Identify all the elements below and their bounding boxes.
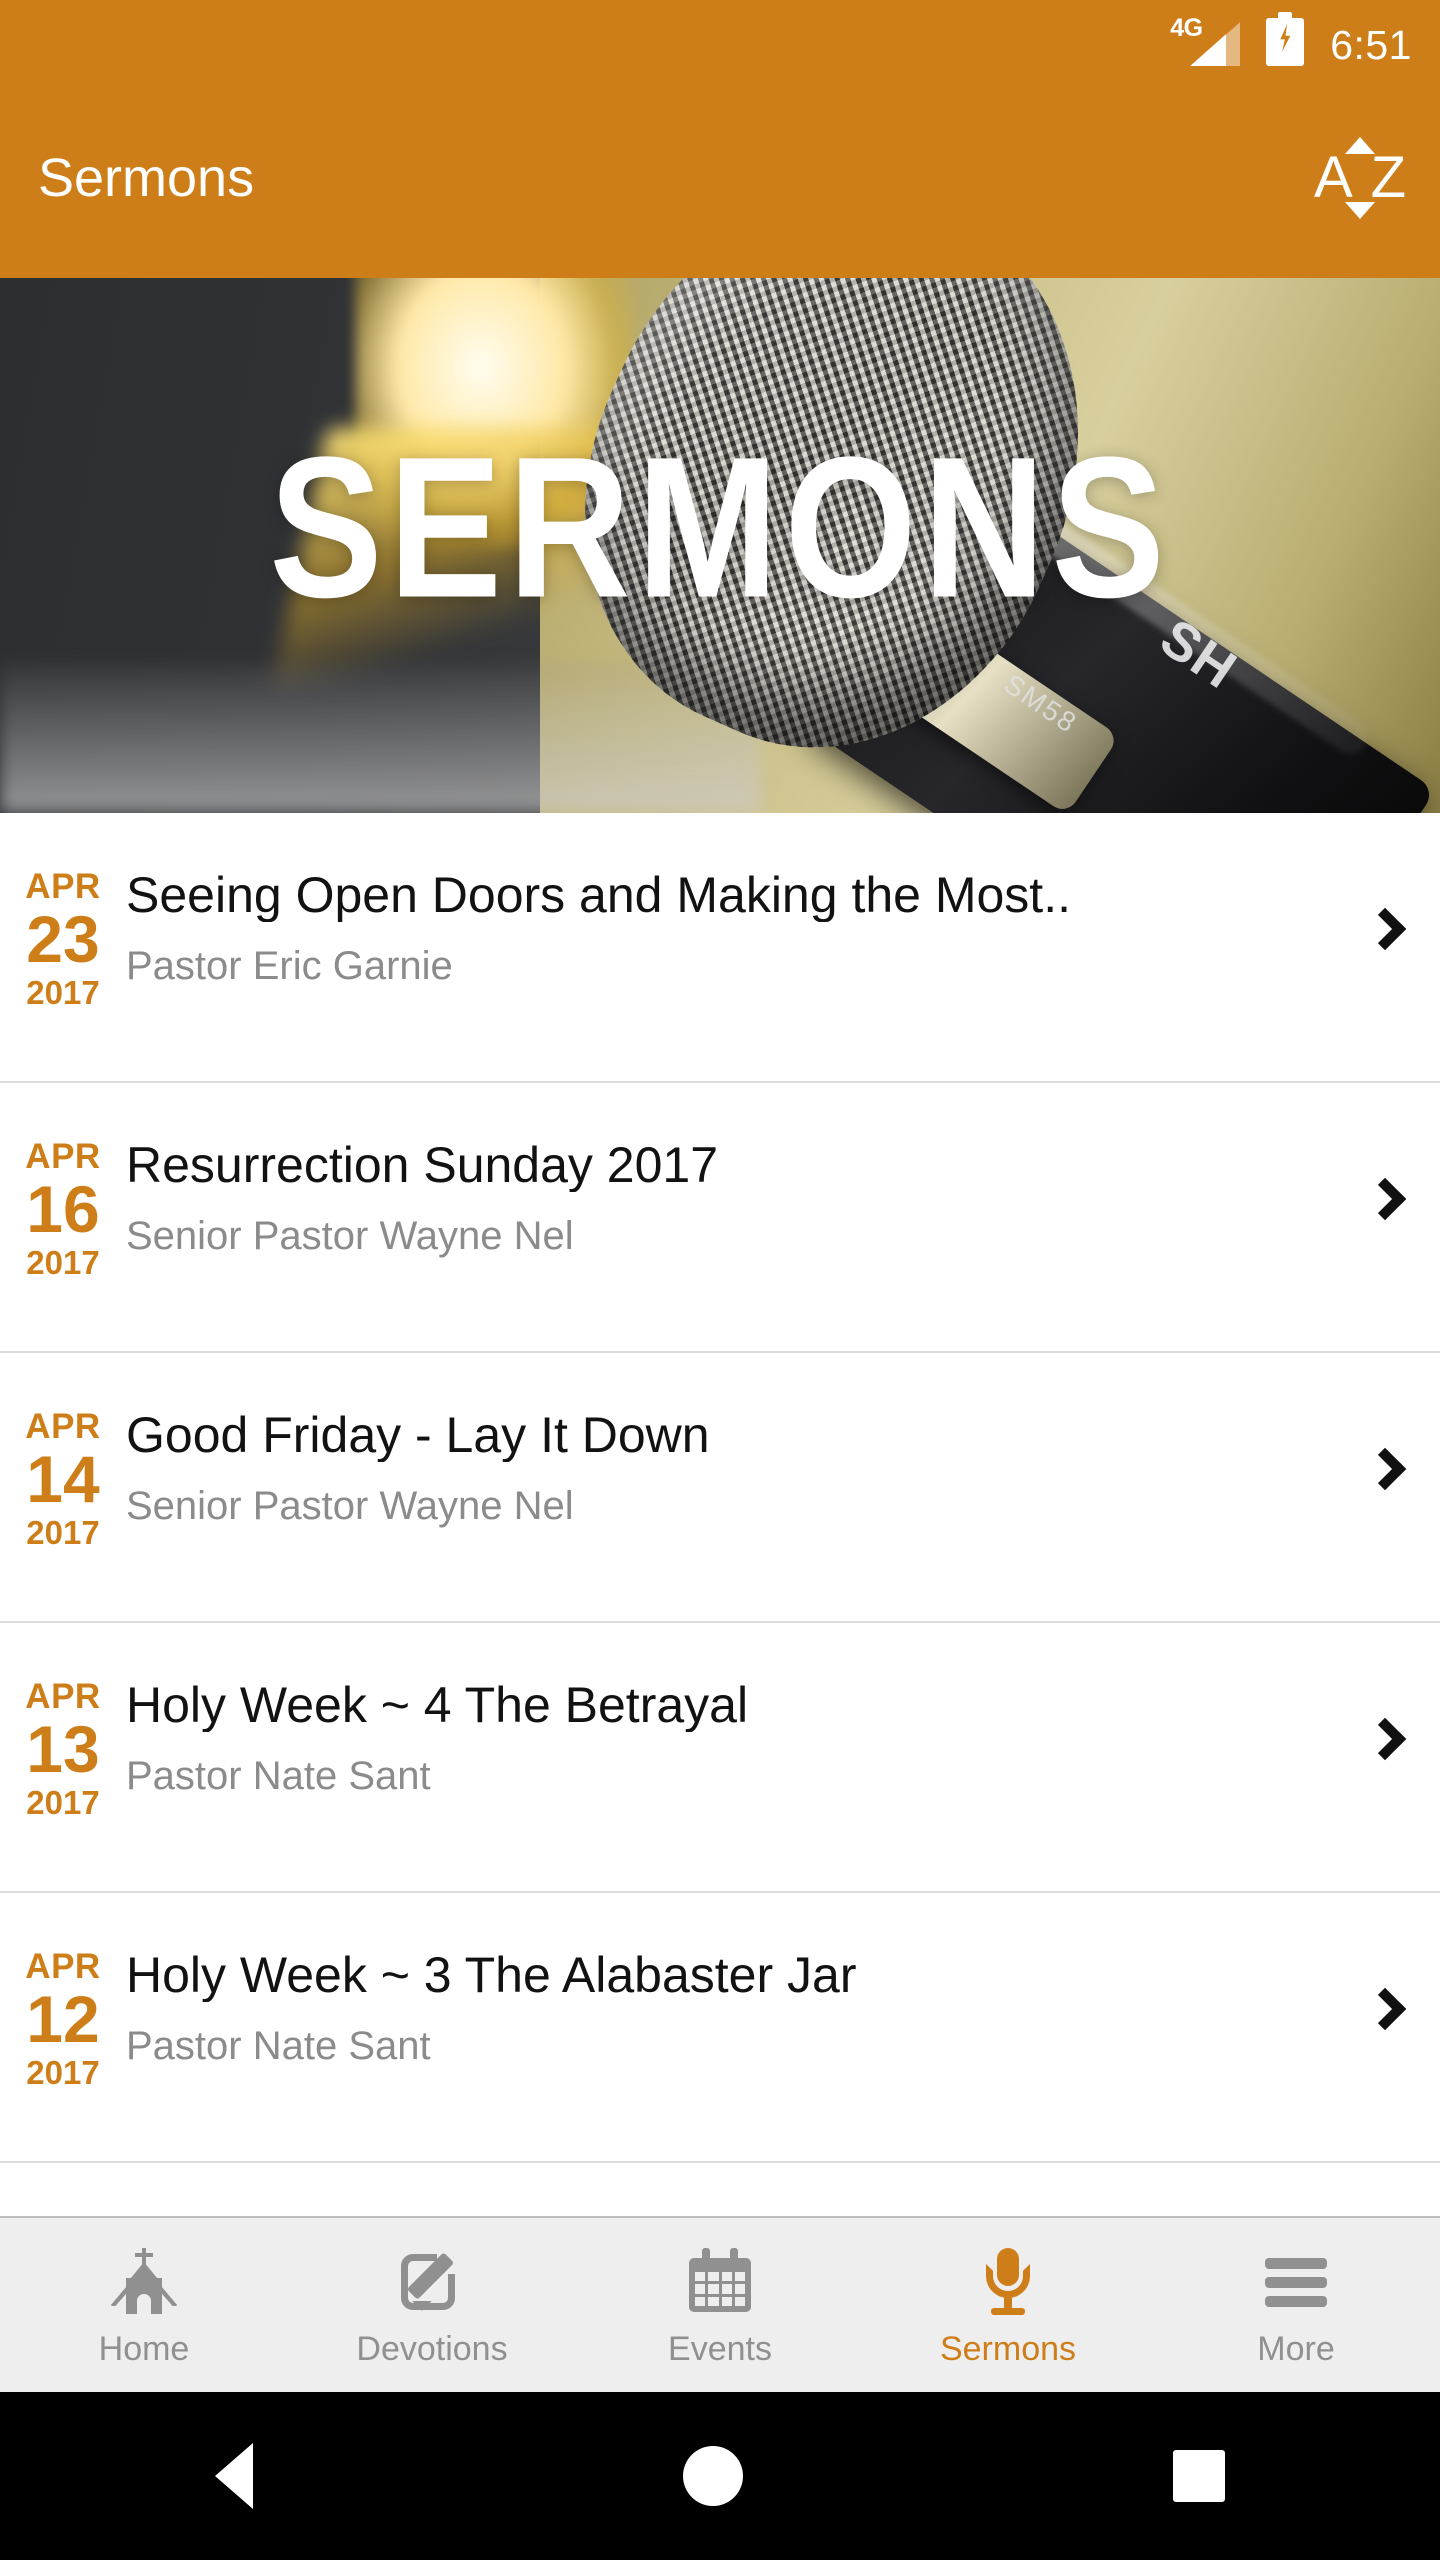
tab-label: More bbox=[1257, 2330, 1335, 2368]
tab-label: Events bbox=[668, 2330, 772, 2368]
tab-label: Devotions bbox=[356, 2330, 508, 2368]
sermon-title: Good Friday - Lay It Down bbox=[126, 1409, 710, 1462]
sermon-speaker: Pastor Nate Sant bbox=[126, 1754, 431, 1798]
sermon-date: APR 16 2017 bbox=[0, 1139, 126, 1279]
network-type-label: 4G bbox=[1170, 14, 1203, 42]
church-icon bbox=[107, 2244, 181, 2318]
table-row[interactable]: APR 23 2017 Seeing Open Doors and Making… bbox=[0, 813, 1440, 1083]
bottom-tab-bar: Home Devotions Events Sermons More bbox=[0, 2216, 1440, 2392]
sermon-date: APR 13 2017 bbox=[0, 1679, 126, 1819]
date-month: APR bbox=[25, 1407, 101, 1446]
table-row-partial[interactable] bbox=[0, 2163, 1440, 2217]
sermon-speaker: Pastor Eric Garnie bbox=[126, 944, 453, 988]
table-row[interactable]: APR 16 2017 Resurrection Sunday 2017 Sen… bbox=[0, 1083, 1440, 1353]
date-day: 12 bbox=[26, 1982, 100, 2056]
sermon-date: APR 23 2017 bbox=[0, 869, 126, 1009]
app-bar: Sermons A Z bbox=[0, 78, 1440, 278]
sermon-list: APR 23 2017 Seeing Open Doors and Making… bbox=[0, 813, 1440, 2217]
sermon-speaker: Senior Pastor Wayne Nel bbox=[126, 1484, 574, 1528]
church-door bbox=[137, 2294, 151, 2314]
date-year: 2017 bbox=[26, 974, 100, 1011]
sermon-text-block: Seeing Open Doors and Making the Most.. … bbox=[126, 869, 1330, 988]
hero-floor-blur bbox=[0, 663, 760, 813]
date-day: 23 bbox=[26, 902, 100, 976]
chevron-right-icon[interactable] bbox=[1330, 1149, 1440, 1249]
sermon-speaker: Pastor Nate Sant bbox=[126, 2024, 431, 2068]
status-clock: 6:51 bbox=[1330, 22, 1412, 68]
table-row[interactable]: APR 13 2017 Holy Week ~ 4 The Betrayal P… bbox=[0, 1623, 1440, 1893]
sermon-speaker: Senior Pastor Wayne Nel bbox=[126, 1214, 574, 1258]
status-bar: 4G 6:51 bbox=[0, 0, 1440, 78]
date-day: 13 bbox=[26, 1712, 100, 1786]
recents-square-icon[interactable] bbox=[1173, 2450, 1225, 2502]
chevron-right-icon[interactable] bbox=[1330, 1959, 1440, 2059]
sermon-text-block: Good Friday - Lay It Down Senior Pastor … bbox=[126, 1409, 1330, 1528]
tab-more[interactable]: More bbox=[1152, 2244, 1440, 2366]
hero-banner: SM58 SH SERMONS bbox=[0, 278, 1440, 813]
sermon-text-block: Resurrection Sunday 2017 Senior Pastor W… bbox=[126, 1139, 1330, 1258]
tab-label: Sermons bbox=[939, 2330, 1077, 2368]
tab-events[interactable]: Events bbox=[576, 2244, 864, 2366]
sermon-date: APR 14 2017 bbox=[0, 1409, 126, 1549]
date-month: APR bbox=[25, 1677, 101, 1716]
date-month: APR bbox=[25, 1947, 101, 1986]
chevron-right-icon[interactable] bbox=[1330, 1689, 1440, 1789]
date-day: 16 bbox=[26, 1172, 100, 1246]
back-triangle-icon[interactable] bbox=[215, 2443, 253, 2509]
sermon-title: Seeing Open Doors and Making the Most.. bbox=[126, 869, 1071, 922]
signal-bars-icon: 4G bbox=[1170, 14, 1241, 66]
sort-letter-a: A bbox=[1314, 145, 1353, 210]
chevron-glyph bbox=[1363, 1447, 1407, 1491]
sort-letter-z: Z bbox=[1370, 145, 1406, 210]
calendar-icon bbox=[683, 2244, 757, 2318]
home-circle-icon[interactable] bbox=[683, 2446, 743, 2506]
date-year: 2017 bbox=[26, 1244, 100, 1281]
tab-label: Home bbox=[98, 2330, 190, 2368]
date-year: 2017 bbox=[26, 1514, 100, 1551]
tab-home[interactable]: Home bbox=[0, 2244, 288, 2366]
sermon-date: APR 12 2017 bbox=[0, 1949, 126, 2089]
sermon-title: Holy Week ~ 3 The Alabaster Jar bbox=[126, 1949, 857, 2002]
app-root: 4G 6:51 Sermons A Z SM58 SH SERMONS APR … bbox=[0, 0, 1440, 2560]
hero-title: SERMONS bbox=[269, 415, 1171, 641]
sermon-text-block: Holy Week ~ 3 The Alabaster Jar Pastor N… bbox=[126, 1949, 1330, 2068]
sermon-title: Holy Week ~ 4 The Betrayal bbox=[126, 1679, 749, 1732]
calendar-grid bbox=[695, 2272, 745, 2306]
sermon-title: Resurrection Sunday 2017 bbox=[126, 1139, 719, 1192]
church-cross bbox=[135, 2253, 153, 2257]
date-year: 2017 bbox=[26, 1784, 100, 1821]
tab-devotions[interactable]: Devotions bbox=[288, 2244, 576, 2366]
tab-sermons[interactable]: Sermons bbox=[864, 2244, 1152, 2366]
table-row[interactable]: APR 14 2017 Good Friday - Lay It Down Se… bbox=[0, 1353, 1440, 1623]
mic-arc bbox=[986, 2264, 1030, 2298]
chevron-glyph bbox=[1363, 1177, 1407, 1221]
chevron-glyph bbox=[1363, 1987, 1407, 2031]
sermon-text-block: Holy Week ~ 4 The Betrayal Pastor Nate S… bbox=[126, 1679, 1330, 1798]
date-month: APR bbox=[25, 1137, 101, 1176]
date-year: 2017 bbox=[26, 2054, 100, 2091]
table-row[interactable]: APR 12 2017 Holy Week ~ 3 The Alabaster … bbox=[0, 1893, 1440, 2163]
mic-base bbox=[991, 2308, 1025, 2315]
system-navigation-bar bbox=[0, 2392, 1440, 2560]
chevron-glyph bbox=[1363, 1717, 1407, 1761]
chevron-glyph bbox=[1363, 907, 1407, 951]
sort-alphabetical-icon[interactable]: A Z bbox=[1314, 135, 1406, 221]
date-month: APR bbox=[25, 867, 101, 906]
chevron-right-icon[interactable] bbox=[1330, 879, 1440, 979]
page-title: Sermons bbox=[38, 148, 255, 208]
microphone-icon bbox=[971, 2244, 1045, 2318]
date-day: 14 bbox=[26, 1442, 100, 1516]
battery-charging-icon bbox=[1266, 12, 1305, 66]
hamburger-menu-icon bbox=[1259, 2244, 1333, 2318]
chevron-right-icon[interactable] bbox=[1330, 1419, 1440, 1519]
note-pencil-icon bbox=[395, 2244, 469, 2318]
